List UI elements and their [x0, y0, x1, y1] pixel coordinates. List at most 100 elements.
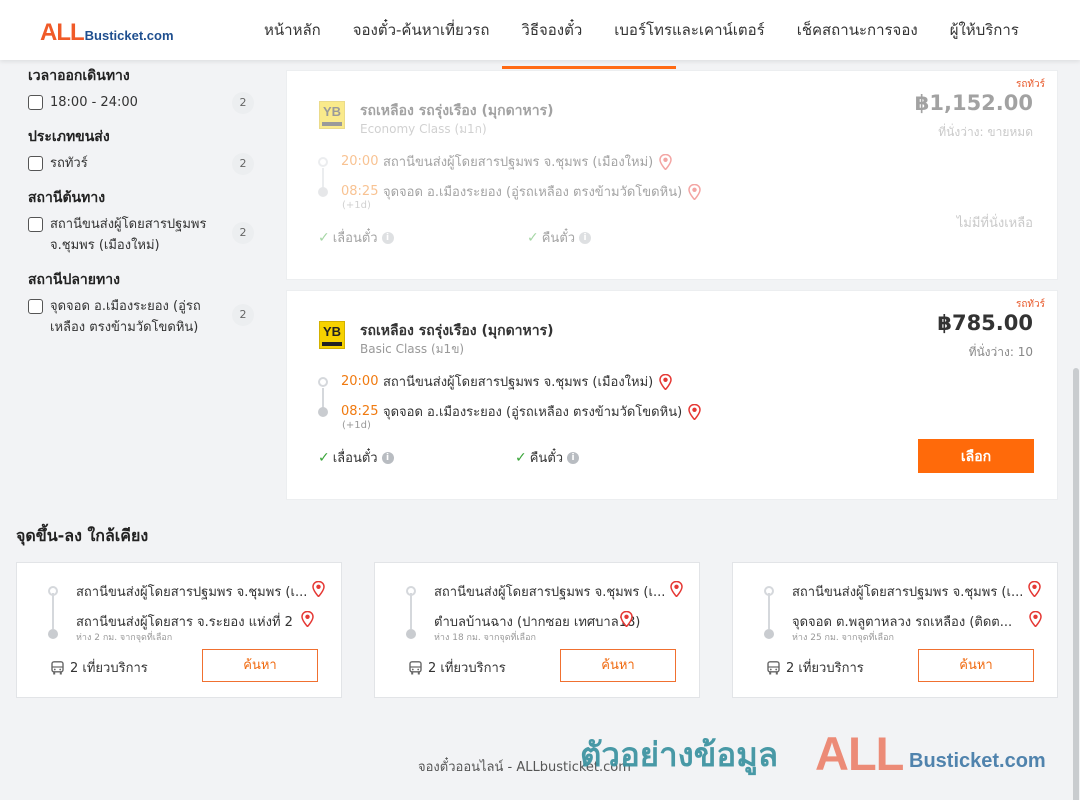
bus-icon [767, 660, 780, 674]
info-icon[interactable]: i [381, 231, 394, 244]
filter-group-departure-time: เวลาออกเดินทาง 18:00 - 24:00 2 [28, 60, 258, 114]
logo-all-text: ALL [40, 19, 85, 46]
info-icon[interactable]: i [579, 231, 592, 244]
bus-icon [409, 660, 422, 674]
main-nav: หน้าหลัก จองตั๋ว-ค้นหาเที่ยวรถ วิธีจองตั… [248, 0, 1035, 60]
route-end-dot [318, 407, 328, 417]
route-end-dot [406, 629, 416, 639]
nearby-route-card: สถานีขนส่งผู้โดยสารปฐมพร จ.ชุมพร (เ... จ… [732, 562, 1058, 698]
map-pin-icon[interactable] [670, 581, 683, 597]
refund-policy: ✓ คืนตั๋ว i [527, 227, 592, 248]
departure-station: สถานีขนส่งผู้โดยสารปฐมพร จ.ชุมพร (เมืองใ… [383, 155, 654, 170]
operator-logo: YB [319, 321, 345, 349]
filter-sidebar: เวลาออกเดินทาง 18:00 - 24:00 2 ประเภทขนส… [28, 60, 258, 346]
nearby-trip-count: 2 เที่ยวบริการ [51, 657, 148, 678]
filter-group-origin-station: สถานีต้นทาง สถานีขนส่งผู้โดยสารปฐมพร จ.ช… [28, 182, 258, 256]
select-trip-button[interactable]: เลือก [918, 439, 1034, 473]
nav-check-booking[interactable]: เช็คสถานะการจอง [781, 0, 934, 60]
site-logo[interactable]: ALL Busticket.com [40, 19, 174, 47]
operator-name: รถเหลือง รถรุ่งเรือง (มุกดาหาร) [360, 103, 554, 119]
nearby-trips-label: 2 เที่ยวบริการ [428, 661, 506, 676]
nearby-distance: ห่าง 25 กม. จากจุดที่เลือก [792, 633, 894, 643]
filter-group-destination-station: สถานีปลายทาง จุดจอด อ.เมืองระยอง (อู่รถเ… [28, 264, 258, 338]
filter-checkbox[interactable] [28, 156, 43, 171]
departure-stop: 20:00 สถานีขนส่งผู้โดยสารปฐมพร จ.ชุมพร (… [341, 371, 672, 392]
page-scrollbar[interactable] [1072, 60, 1080, 800]
scrollbar-thumb[interactable] [1073, 368, 1079, 800]
filter-count-badge: 2 [232, 153, 254, 175]
nearby-section-title: จุดขึ้น-ลง ใกล้เคียง [16, 526, 149, 545]
filter-title: เวลาออกเดินทาง [28, 68, 130, 84]
nearby-search-button[interactable]: ค้นหา [202, 649, 318, 682]
route-end-dot [764, 629, 774, 639]
transport-type-tag: รถทัวร์ [1015, 299, 1045, 310]
route-line [410, 593, 412, 629]
filter-checkbox[interactable] [28, 217, 43, 232]
map-pin-icon[interactable] [620, 611, 633, 627]
arrival-stop: 08:25 จุดจอด อ.เมืองระยอง (อู่รถเหลือง ต… [341, 181, 701, 202]
postpone-policy: ✓ เลื่อนตั๋ว i [318, 447, 394, 468]
route-start-dot [318, 377, 328, 387]
filter-count-badge: 2 [232, 92, 254, 114]
day-offset: (+1d) [342, 200, 371, 211]
filter-option[interactable]: รถทัวร์ 2 [28, 153, 258, 175]
refund-policy: ✓ คืนตั๋ว i [515, 447, 580, 468]
nearby-route-card: สถานีขนส่งผู้โดยสารปฐมพร จ.ชุมพร (เ... ส… [16, 562, 342, 698]
arrival-stop: 08:25 จุดจอด อ.เมืองระยอง (อู่รถเหลือง ต… [341, 401, 701, 422]
filter-count-badge: 2 [232, 222, 254, 244]
filter-option[interactable]: สถานีขนส่งผู้โดยสารปฐมพร จ.ชุมพร (เมืองใ… [28, 214, 258, 256]
map-pin-icon[interactable] [301, 611, 314, 627]
nearby-from-station: สถานีขนส่งผู้โดยสารปฐมพร จ.ชุมพร (เ... [792, 585, 1024, 600]
refund-label: คืนตั๋ว [541, 231, 576, 246]
filter-title: สถานีปลายทาง [28, 272, 120, 288]
watermark-logo-all: ALL [815, 727, 904, 780]
arrival-station: จุดจอด อ.เมืองระยอง (อู่รถเหลือง ตรงข้าม… [383, 405, 683, 420]
map-pin-icon[interactable] [312, 581, 325, 597]
filter-option-label: รถทัวร์ [50, 156, 88, 171]
nav-contact[interactable]: เบอร์โทรและเคาน์เตอร์ [598, 0, 780, 60]
route-line [52, 593, 54, 629]
info-icon[interactable]: i [567, 451, 580, 464]
map-pin-icon[interactable] [1028, 581, 1041, 597]
check-icon: ✓ [515, 449, 527, 466]
trip-price: ฿1,152.00 [914, 91, 1033, 115]
nearby-trips-label: 2 เที่ยวบริการ [70, 661, 148, 676]
map-pin-icon[interactable] [659, 153, 672, 170]
day-offset: (+1d) [342, 420, 371, 431]
nearby-trip-count: 2 เที่ยวบริการ [767, 657, 864, 678]
nav-active-indicator [502, 66, 676, 69]
map-pin-icon[interactable] [688, 403, 701, 420]
filter-option-label: จุดจอด อ.เมืองระยอง (อู่รถเหลือง ตรงข้าม… [50, 299, 201, 335]
check-icon: ✓ [318, 449, 330, 466]
departure-station: สถานีขนส่งผู้โดยสารปฐมพร จ.ชุมพร (เมืองใ… [383, 375, 654, 390]
top-header: ALL Busticket.com หน้าหลัก จองตั๋ว-ค้นหา… [0, 0, 1080, 60]
nearby-search-button[interactable]: ค้นหา [560, 649, 676, 682]
filter-option[interactable]: จุดจอด อ.เมืองระยอง (อู่รถเหลือง ตรงข้าม… [28, 296, 258, 338]
watermark-logo-busticket: Busticket.com [909, 750, 1046, 772]
nav-operators[interactable]: ผู้ให้บริการ [934, 0, 1035, 60]
filter-option[interactable]: 18:00 - 24:00 2 [28, 92, 258, 114]
map-pin-icon[interactable] [1029, 611, 1042, 627]
filter-checkbox[interactable] [28, 299, 43, 314]
refund-label: คืนตั๋ว [529, 451, 564, 466]
nearby-from-station: สถานีขนส่งผู้โดยสารปฐมพร จ.ชุมพร (เ... [76, 585, 308, 600]
info-icon[interactable]: i [381, 451, 394, 464]
bus-icon [51, 660, 64, 674]
nav-book-ticket[interactable]: จองตั๋ว-ค้นหาเที่ยวรถ [337, 0, 506, 60]
logo-busticket-text: Busticket.com [84, 28, 174, 43]
departure-time: 20:00 [341, 154, 379, 169]
postpone-label: เลื่อนตั๋ว [332, 231, 378, 246]
arrival-time: 08:25 [341, 404, 379, 419]
map-pin-icon[interactable] [688, 183, 701, 200]
nearby-to-station: สถานีขนส่งผู้โดยสาร จ.ระยอง แห่งที่ 2 [76, 615, 293, 630]
no-seats-status: ไม่มีที่นั่งเหลือ [956, 216, 1033, 231]
nearby-trip-count: 2 เที่ยวบริการ [409, 657, 506, 678]
seats-available: ที่นั่งว่าง: 10 [968, 345, 1033, 359]
nav-how-to-book[interactable]: วิธีจองตั๋ว [505, 0, 598, 60]
nav-home[interactable]: หน้าหลัก [248, 0, 337, 60]
map-pin-icon[interactable] [659, 373, 672, 390]
bus-class: Basic Class (ม1ข) [360, 342, 465, 356]
nearby-from-station: สถานีขนส่งผู้โดยสารปฐมพร จ.ชุมพร (เ... [434, 585, 666, 600]
filter-checkbox[interactable] [28, 95, 43, 110]
nearby-search-button[interactable]: ค้นหา [918, 649, 1034, 682]
